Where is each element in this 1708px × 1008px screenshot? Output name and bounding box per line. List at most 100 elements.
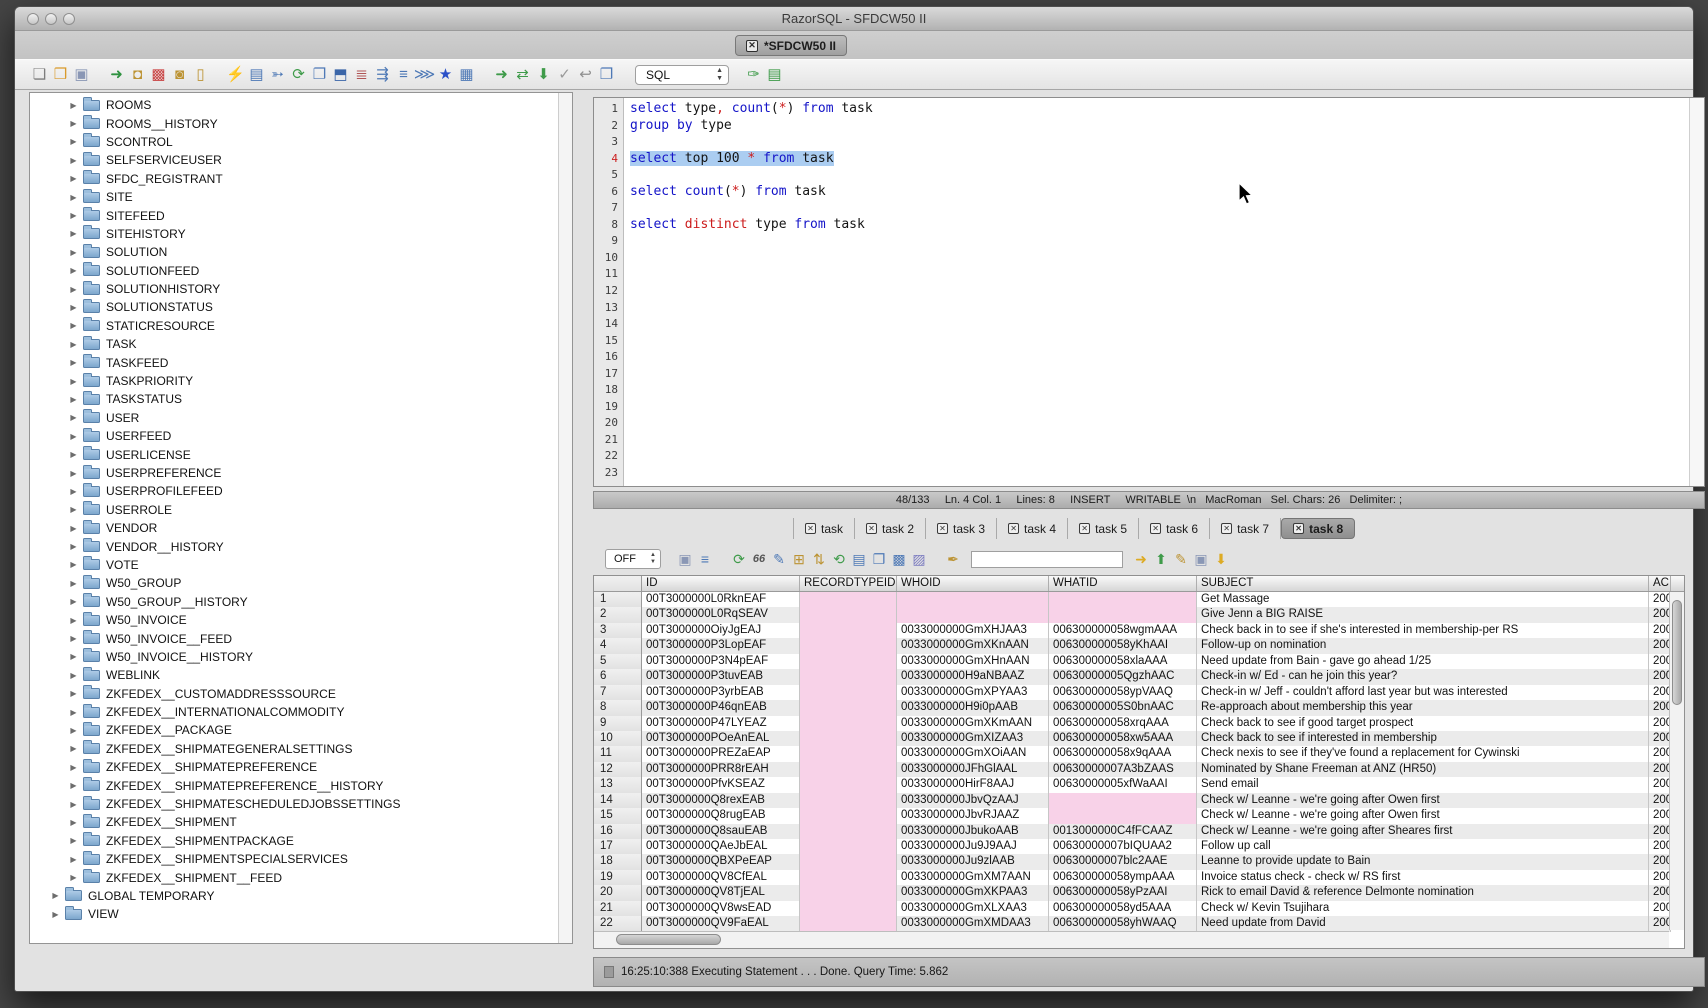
- table-cell[interactable]: 00T3000000P46qnEAB: [642, 700, 800, 715]
- table-cell[interactable]: 00T3000000QV8TjEAL: [642, 885, 800, 900]
- tree-item[interactable]: ▶ZKFEDEX__INTERNATIONALCOMMODITY: [30, 703, 572, 721]
- auto-commit-icon[interactable]: ⚡: [225, 64, 246, 86]
- table-cell[interactable]: Give Jenn a BIG RAISE: [1197, 607, 1649, 622]
- table-cell[interactable]: 00T3000000P3LopEAF: [642, 638, 800, 653]
- tree-item[interactable]: ▶TASK: [30, 335, 572, 353]
- table-cell[interactable]: 0033000000Ju9zlAAB: [897, 854, 1049, 869]
- table-cell[interactable]: 006300000058wgmAAA: [1049, 623, 1197, 638]
- sidebar-scrollbar[interactable]: [558, 93, 572, 943]
- table-cell[interactable]: 00630000005QgzhAAC: [1049, 669, 1197, 684]
- tree-item[interactable]: ▶WEBLINK: [30, 666, 572, 684]
- disclosure-triangle-icon[interactable]: ▶: [68, 560, 79, 569]
- tree-item[interactable]: ▶VENDOR: [30, 519, 572, 537]
- tree-item[interactable]: ▶W50_GROUP: [30, 574, 572, 592]
- disclosure-triangle-icon[interactable]: ▶: [68, 800, 79, 809]
- tree-item[interactable]: ▶SITEHISTORY: [30, 225, 572, 243]
- table-cell[interactable]: 00630000007bIQUAA2: [1049, 839, 1197, 854]
- code-line[interactable]: [630, 432, 1688, 449]
- table-cell[interactable]: 0033000000GmXIZAA3: [897, 731, 1049, 746]
- code-line[interactable]: [630, 382, 1688, 399]
- code-line[interactable]: [630, 134, 1688, 151]
- tree-item[interactable]: ▶USERROLE: [30, 501, 572, 519]
- code-line[interactable]: group by type: [630, 118, 1688, 135]
- table-cell[interactable]: [800, 839, 897, 854]
- tree-item[interactable]: ▶ZKFEDEX__SHIPMATESCHEDULEDJOBSSETTINGS: [30, 795, 572, 813]
- table-cell[interactable]: 006300000058x9qAAA: [1049, 746, 1197, 761]
- table-cell[interactable]: 00T3000000Q8rexEAB: [642, 793, 800, 808]
- disclosure-triangle-icon[interactable]: ▶: [68, 542, 79, 551]
- reload-table-icon[interactable]: ⟲: [829, 549, 849, 569]
- edit-mode-icon[interactable]: ✎: [769, 549, 789, 569]
- close-tab-icon[interactable]: ✕: [1008, 523, 1019, 534]
- table-cell[interactable]: 0033000000JbvRJAAZ: [897, 808, 1049, 823]
- edit-file-icon[interactable]: ✎: [1171, 549, 1191, 569]
- table-cell[interactable]: [1049, 607, 1197, 622]
- tree-item[interactable]: ▶GLOBAL TEMPORARY: [30, 887, 572, 905]
- table-cell[interactable]: [800, 824, 897, 839]
- table-row[interactable]: 1500T3000000Q8rugEAB0033000000JbvRJAAZCh…: [594, 808, 1684, 823]
- table-cell[interactable]: 00T3000000QV8CfEAL: [642, 870, 800, 885]
- results-table-body[interactable]: 100T3000000L0RknEAFGet Massage200200T300…: [594, 592, 1684, 932]
- tree-item[interactable]: ▶W50_INVOICE: [30, 611, 572, 629]
- disclosure-triangle-icon[interactable]: ▶: [68, 137, 79, 146]
- tree-item[interactable]: ▶USER: [30, 409, 572, 427]
- table-cell[interactable]: 00T3000000QAeJbEAL: [642, 839, 800, 854]
- code-line[interactable]: [630, 316, 1688, 333]
- tree-item[interactable]: ▶USERPROFILEFEED: [30, 482, 572, 500]
- close-tab-icon[interactable]: ✕: [866, 523, 877, 534]
- disclosure-triangle-icon[interactable]: ▶: [68, 174, 79, 183]
- disclosure-triangle-icon[interactable]: ▶: [68, 266, 79, 275]
- table-cell[interactable]: Check back in to see if she's interested…: [1197, 623, 1649, 638]
- disclosure-triangle-icon[interactable]: ▶: [68, 193, 79, 202]
- table-cell[interactable]: 00630000005S0bnAAC: [1049, 700, 1197, 715]
- result-tab-task-7[interactable]: ✕task 7: [1210, 518, 1281, 539]
- table-cell[interactable]: [800, 700, 897, 715]
- disclosure-triangle-icon[interactable]: ▶: [68, 781, 79, 790]
- table-row[interactable]: 1700T3000000QAeJbEAL0033000000Ju9J9AAJ00…: [594, 839, 1684, 854]
- table-cell[interactable]: Re-approach about membership this year: [1197, 700, 1649, 715]
- primary-key-icon[interactable]: ✒: [943, 549, 963, 569]
- table-cell[interactable]: 00T3000000QBXPeEAP: [642, 854, 800, 869]
- table-cell[interactable]: Check-in w/ Jeff - couldn't afford last …: [1197, 685, 1649, 700]
- close-tab-icon[interactable]: ✕: [937, 523, 948, 534]
- table-cell[interactable]: 200: [1649, 916, 1671, 931]
- table-cell[interactable]: 00T3000000L0RqSEAV: [642, 607, 800, 622]
- disclosure-triangle-icon[interactable]: ▶: [68, 708, 79, 717]
- table-cell[interactable]: 0033000000GmXLXAA3: [897, 901, 1049, 916]
- fetch-icon[interactable]: ⟳: [288, 64, 309, 86]
- preview-icon[interactable]: ✑: [743, 64, 764, 86]
- add-connection-icon[interactable]: ◘: [127, 64, 148, 86]
- new-database-icon[interactable]: ◙: [169, 64, 190, 86]
- result-tab-task-6[interactable]: ✕task 6: [1139, 518, 1210, 539]
- table-cell[interactable]: 00T3000000Q8rugEAB: [642, 808, 800, 823]
- row-limit-select[interactable]: OFF ▲▼: [605, 549, 661, 569]
- table-cell[interactable]: 006300000058yd5AAA: [1049, 901, 1197, 916]
- tree-item[interactable]: ▶TASKFEED: [30, 353, 572, 371]
- table-cell[interactable]: 006300000058yKhAAI: [1049, 638, 1197, 653]
- table-row[interactable]: 1100T3000000PREZaEAP0033000000GmXOiAAN00…: [594, 746, 1684, 761]
- code-line[interactable]: [630, 366, 1688, 383]
- table-cell[interactable]: 006300000058xlaAAA: [1049, 654, 1197, 669]
- tree-item[interactable]: ▶ZKFEDEX__SHIPMENT: [30, 813, 572, 831]
- history-doc-icon[interactable]: ❐: [596, 64, 617, 86]
- disclosure-triangle-icon[interactable]: ▶: [68, 469, 79, 478]
- table-cell[interactable]: Check back to see if good target prospec…: [1197, 716, 1649, 731]
- table-cell[interactable]: 200: [1649, 607, 1671, 622]
- save-grid-icon[interactable]: ▣: [1191, 549, 1211, 569]
- code-line[interactable]: [630, 448, 1688, 465]
- table-row[interactable]: 500T3000000P3N4pEAF0033000000GmXHnAAN006…: [594, 654, 1684, 669]
- tree-item[interactable]: ▶STATICRESOURCE: [30, 317, 572, 335]
- table-cell[interactable]: Leanne to provide update to Bain: [1197, 854, 1649, 869]
- disclosure-triangle-icon[interactable]: ▶: [68, 285, 79, 294]
- table-cell[interactable]: 006300000058xw5AAA: [1049, 731, 1197, 746]
- tree-item[interactable]: ▶W50_GROUP__HISTORY: [30, 593, 572, 611]
- table-cell[interactable]: 0033000000H9i0pAAB: [897, 700, 1049, 715]
- result-tab-task-8[interactable]: ✕task 8: [1281, 518, 1355, 539]
- table-cell[interactable]: 200: [1649, 731, 1671, 746]
- code-line[interactable]: [630, 349, 1688, 366]
- close-tab-icon[interactable]: ✕: [1221, 523, 1232, 534]
- save-results-icon[interactable]: ▣: [675, 549, 695, 569]
- table-row[interactable]: 2100T3000000QV8wsEAD0033000000GmXLXAA300…: [594, 901, 1684, 916]
- table-row[interactable]: 1200T3000000PRR8rEAH0033000000JFhGlAAL00…: [594, 762, 1684, 777]
- disclosure-triangle-icon[interactable]: ▶: [68, 303, 79, 312]
